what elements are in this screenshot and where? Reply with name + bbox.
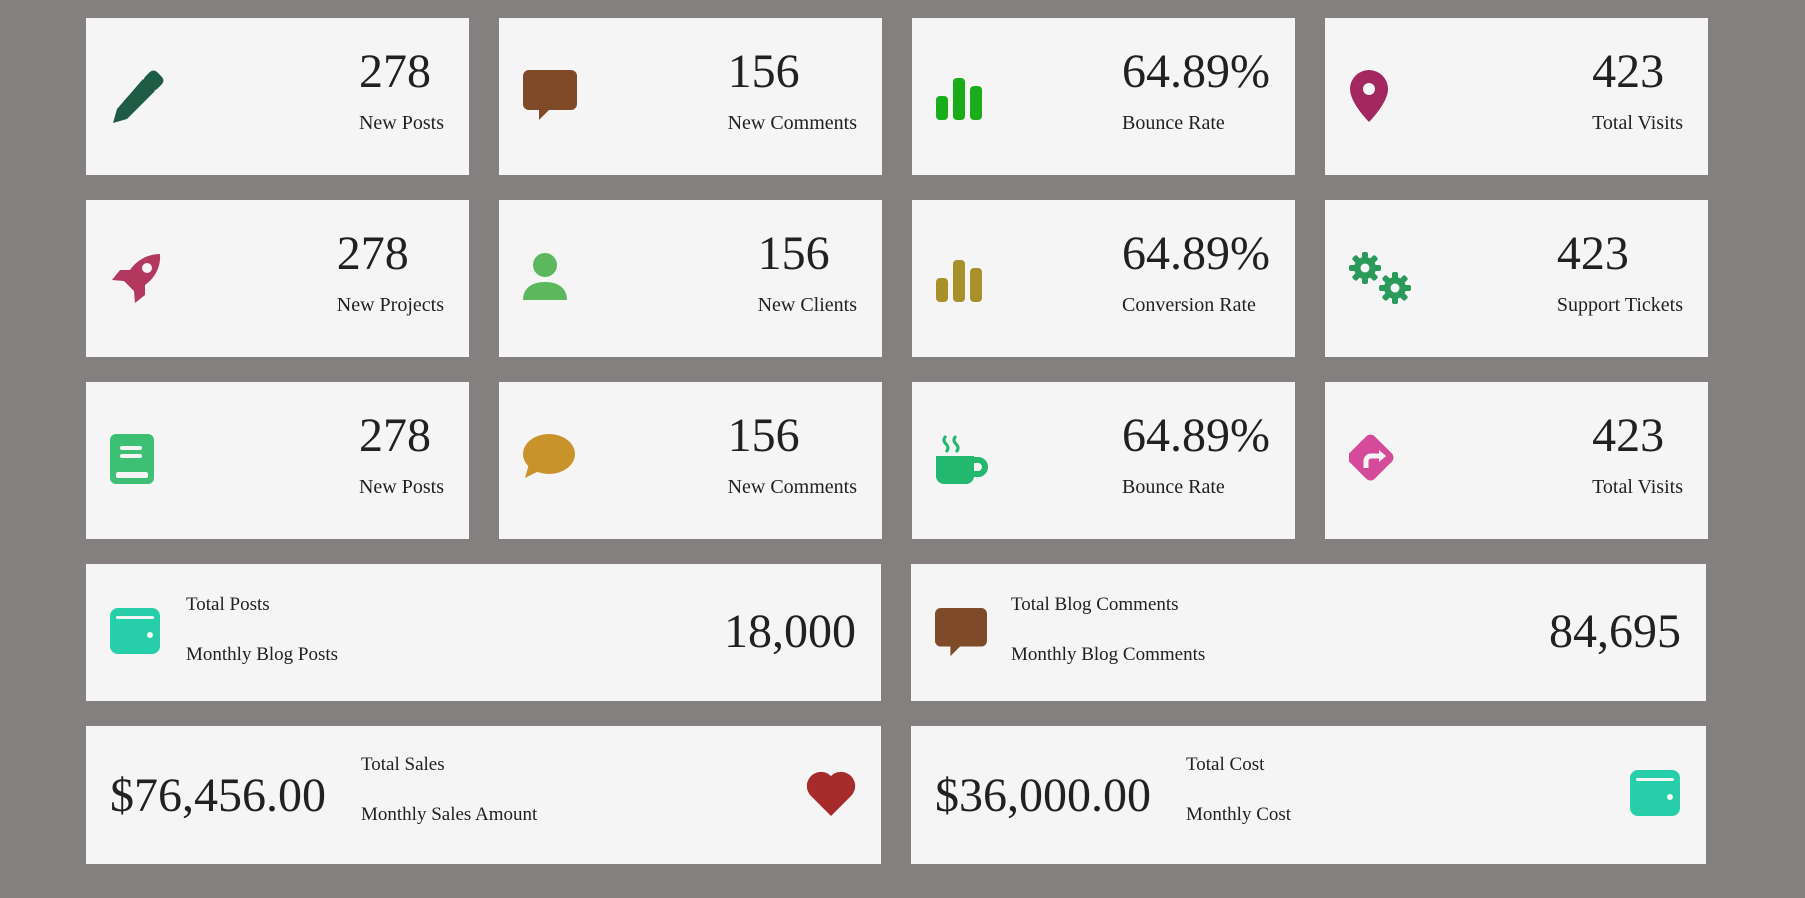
stat-card[interactable]: 156 New Comments — [499, 18, 882, 175]
stat-value: 156 — [727, 409, 800, 462]
stat-value: 423 — [1556, 227, 1629, 280]
money-row: $76,456.00 Total Sales Monthly Sales Amo… — [86, 726, 1706, 864]
comment-icon — [523, 70, 577, 124]
wallet-icon — [110, 608, 162, 656]
stat-value: 423 — [1592, 45, 1665, 98]
coffee-icon — [936, 434, 990, 488]
stat-text: 423 Total Visits — [1592, 408, 1683, 499]
summary-card-posts[interactable]: Total Posts Monthly Blog Posts 18,000 — [86, 564, 881, 701]
stat-label: Bounce Rate — [1122, 476, 1225, 498]
summary-labels: Total Blog Comments Monthly Blog Comment… — [1011, 594, 1205, 666]
heart-icon — [805, 770, 857, 818]
book-icon — [110, 434, 164, 488]
stat-value: 64.89% — [1122, 45, 1270, 98]
stat-label: New Posts — [358, 476, 444, 498]
stat-text: 156 New Comments — [728, 408, 857, 499]
stat-text: 156 New Clients — [758, 226, 857, 317]
stat-value: 278 — [336, 227, 409, 280]
stat-card[interactable]: 278 New Posts — [86, 382, 469, 539]
stat-label: Total Visits — [1592, 476, 1683, 498]
stat-label: New Comments — [727, 476, 857, 498]
money-value: $36,000.00 — [935, 769, 1151, 822]
money-subtitle: Monthly Sales Amount — [361, 804, 538, 825]
stat-text: 156 New Comments — [728, 44, 857, 135]
money-card-sales[interactable]: $76,456.00 Total Sales Monthly Sales Amo… — [86, 726, 881, 864]
wallet-icon — [1630, 770, 1682, 818]
bar-chart-icon — [936, 70, 990, 124]
money-labels: Total Cost Monthly Cost — [1186, 754, 1291, 826]
stat-card[interactable]: 156 New Comments — [499, 382, 882, 539]
stat-value: 64.89% — [1122, 409, 1270, 462]
dashboard: 278 New Posts 156 New Comments 64.89% Bo… — [86, 18, 1708, 864]
stat-value: 278 — [358, 409, 431, 462]
stat-card[interactable]: 64.89% Bounce Rate — [912, 18, 1295, 175]
stat-label: Conversion Rate — [1122, 294, 1256, 316]
stat-text: 423 Total Visits — [1592, 44, 1683, 135]
map-marker-icon — [1349, 70, 1403, 124]
stat-label: Total Visits — [1592, 112, 1683, 134]
bar-chart-icon — [936, 252, 990, 306]
stat-value: 156 — [727, 45, 800, 98]
summary-subtitle: Monthly Blog Comments — [1011, 644, 1206, 665]
money-title: Total Cost — [1186, 754, 1265, 775]
rocket-icon — [110, 252, 164, 306]
stats-grid: 278 New Posts 156 New Comments 64.89% Bo… — [86, 18, 1708, 539]
money-title: Total Sales — [361, 754, 445, 775]
stat-card[interactable]: 64.89% Conversion Rate — [912, 200, 1295, 357]
stat-text: 64.89% Conversion Rate — [1122, 226, 1270, 317]
stat-card[interactable]: 423 Support Tickets — [1325, 200, 1708, 357]
money-subtitle: Monthly Cost — [1186, 804, 1292, 825]
stat-value: 156 — [757, 227, 830, 280]
summary-subtitle: Monthly Blog Posts — [186, 644, 339, 665]
stat-label: New Projects — [336, 294, 444, 316]
stat-text: 64.89% Bounce Rate — [1122, 408, 1270, 499]
stat-label: Support Tickets — [1556, 294, 1683, 316]
stat-label: Bounce Rate — [1122, 112, 1225, 134]
stat-label: New Comments — [727, 112, 857, 134]
summary-row: Total Posts Monthly Blog Posts 18,000 To… — [86, 564, 1706, 701]
stat-card[interactable]: 278 New Posts — [86, 18, 469, 175]
stat-label: New Posts — [358, 112, 444, 134]
directions-icon — [1349, 434, 1403, 488]
summary-value: 18,000 — [724, 605, 856, 658]
summary-title: Total Posts — [186, 594, 270, 615]
stat-text: 278 New Posts — [359, 408, 444, 499]
stat-card[interactable]: 423 Total Visits — [1325, 18, 1708, 175]
summary-card-comments[interactable]: Total Blog Comments Monthly Blog Comment… — [911, 564, 1706, 701]
stat-card[interactable]: 156 New Clients — [499, 200, 882, 357]
stat-label: New Clients — [757, 294, 857, 316]
money-labels: Total Sales Monthly Sales Amount — [361, 754, 537, 826]
stat-card[interactable]: 278 New Projects — [86, 200, 469, 357]
stat-value: 278 — [358, 45, 431, 98]
comment-icon — [935, 608, 987, 657]
summary-value: 84,695 — [1549, 605, 1681, 658]
money-card-cost[interactable]: $36,000.00 Total Cost Monthly Cost — [911, 726, 1706, 864]
user-icon — [523, 252, 577, 306]
comment-bubble-icon — [523, 434, 577, 488]
pencil-icon — [110, 70, 164, 124]
stat-card[interactable]: 423 Total Visits — [1325, 382, 1708, 539]
summary-labels: Total Posts Monthly Blog Posts — [186, 594, 338, 666]
stat-value: 64.89% — [1122, 227, 1270, 280]
stat-text: 423 Support Tickets — [1557, 226, 1683, 317]
stat-text: 64.89% Bounce Rate — [1122, 44, 1270, 135]
stat-value: 423 — [1592, 409, 1665, 462]
summary-title: Total Blog Comments — [1011, 594, 1179, 615]
stat-text: 278 New Posts — [359, 44, 444, 135]
stat-text: 278 New Projects — [337, 226, 444, 317]
money-value: $76,456.00 — [110, 769, 326, 822]
stat-card[interactable]: 64.89% Bounce Rate — [912, 382, 1295, 539]
cogs-icon — [1349, 252, 1411, 306]
